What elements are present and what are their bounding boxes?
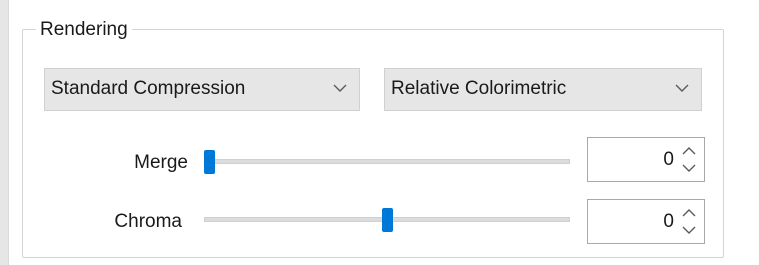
compression-dropdown-value: Standard Compression — [51, 78, 246, 99]
chroma-slider-thumb[interactable] — [382, 208, 393, 232]
window-edge — [0, 0, 8, 265]
merge-spinbox[interactable]: 0 — [587, 137, 705, 182]
chevron-down-icon — [333, 84, 347, 92]
chroma-spinbox-value: 0 — [663, 211, 674, 232]
chevron-down-icon[interactable] — [682, 163, 696, 173]
chroma-spinbox[interactable]: 0 — [587, 199, 705, 244]
rendering-intent-dropdown-value: Relative Colorimetric — [391, 78, 567, 99]
window-divider — [8, 0, 9, 265]
chevron-up-icon[interactable] — [682, 146, 696, 156]
merge-spinbox-value: 0 — [663, 149, 674, 170]
chevron-up-icon[interactable] — [682, 208, 696, 218]
chevron-down-icon[interactable] — [682, 225, 696, 235]
chroma-label: Chroma — [114, 211, 182, 232]
merge-label: Merge — [134, 152, 188, 173]
compression-dropdown[interactable]: Standard Compression — [44, 68, 360, 111]
merge-slider-track[interactable] — [204, 159, 570, 164]
rendering-intent-dropdown[interactable]: Relative Colorimetric — [384, 68, 702, 111]
group-title: Rendering — [36, 18, 132, 42]
merge-slider-thumb[interactable] — [204, 150, 215, 174]
chevron-down-icon — [675, 84, 689, 92]
